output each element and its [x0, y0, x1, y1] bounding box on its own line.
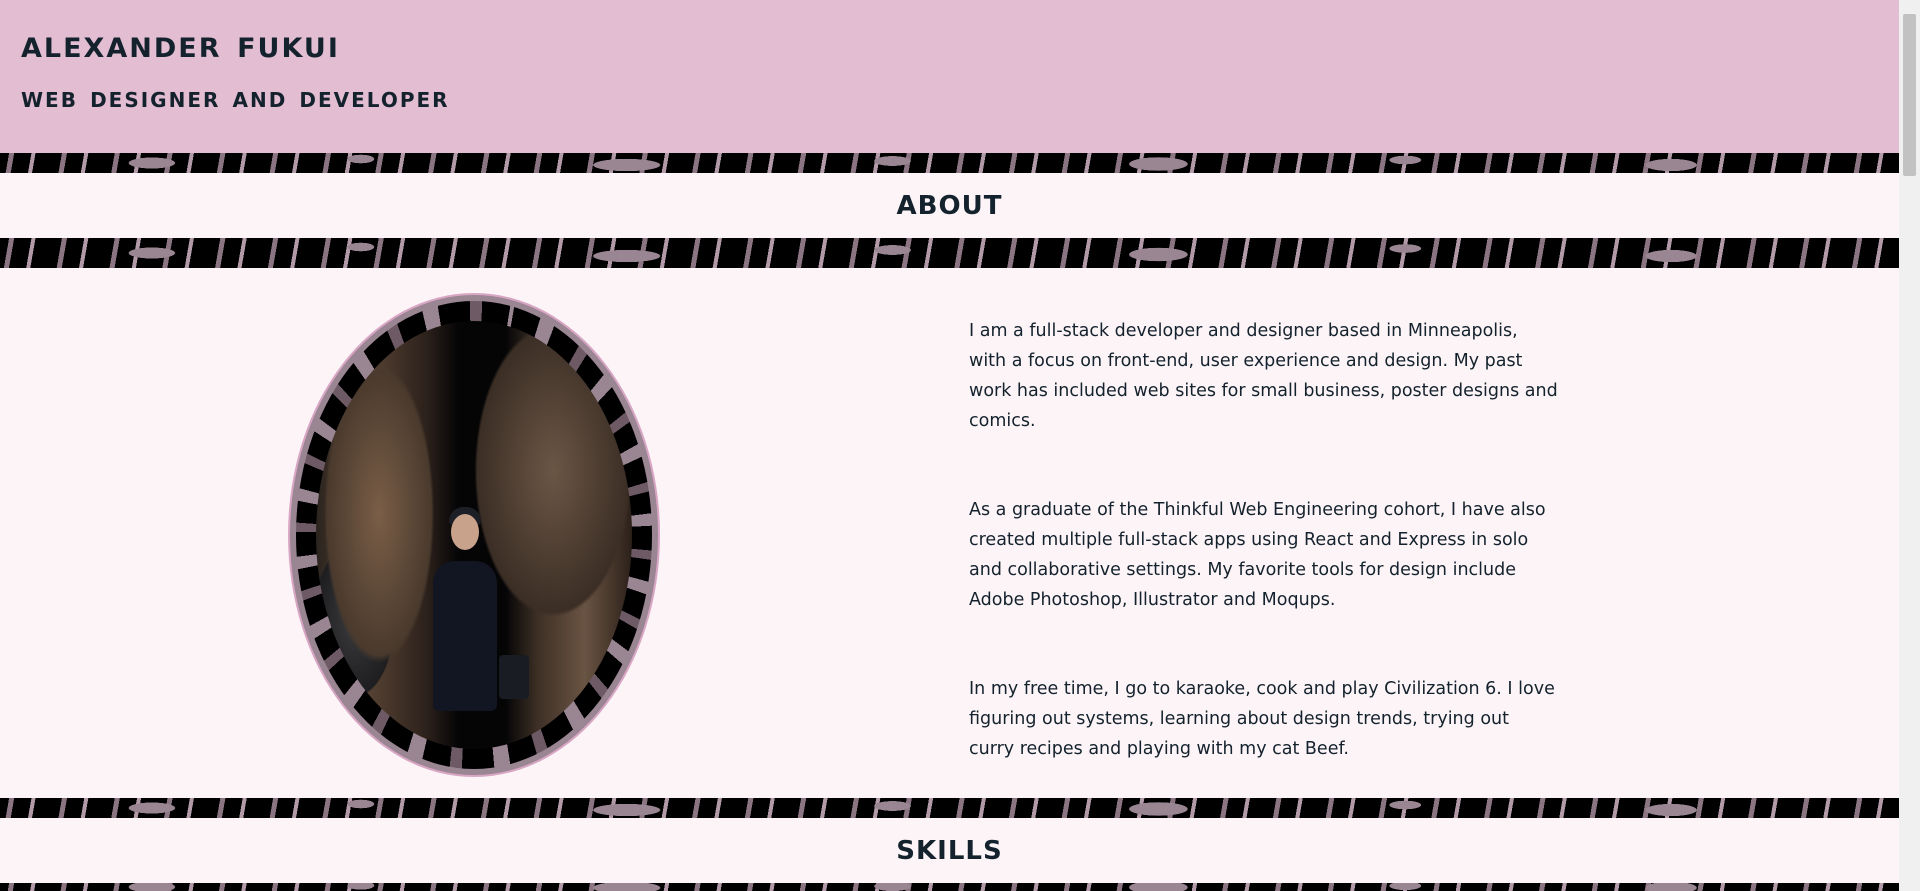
about-bio: I am a full-stack developer and designer…: [969, 316, 1559, 823]
site-header: Alexander Fukui Web Designer and Develop…: [0, 0, 1899, 153]
about-section: I am a full-stack developer and designer…: [0, 268, 1899, 798]
bio-paragraph: In my free time, I go to karaoke, cook a…: [969, 679, 1555, 759]
texture-divider: [0, 798, 1899, 818]
person-bag: [499, 654, 530, 699]
person-head: [450, 513, 479, 550]
scrollbar-thumb[interactable]: [1903, 14, 1916, 176]
about-heading: ABOUT: [896, 190, 1003, 221]
bio-paragraph: I am a full-stack developer and designer…: [969, 321, 1558, 431]
site-role: Web Designer and Developer: [21, 80, 450, 114]
portrait-image: [288, 293, 660, 777]
page: Alexander Fukui Web Designer and Develop…: [0, 0, 1899, 891]
about-heading-bar: ABOUT: [0, 173, 1899, 238]
skills-heading: SKILLS: [896, 835, 1003, 866]
site-name: Alexander Fukui: [21, 22, 340, 67]
texture-divider: [0, 238, 1899, 268]
vertical-scrollbar[interactable]: [1899, 0, 1920, 891]
texture-divider: [0, 153, 1899, 173]
person-body: [432, 560, 497, 711]
texture-divider: [0, 883, 1899, 891]
skills-heading-bar: SKILLS: [0, 818, 1899, 883]
portrait-photo: [316, 321, 632, 749]
bio-paragraph: As a graduate of the Thinkful Web Engine…: [969, 500, 1546, 610]
